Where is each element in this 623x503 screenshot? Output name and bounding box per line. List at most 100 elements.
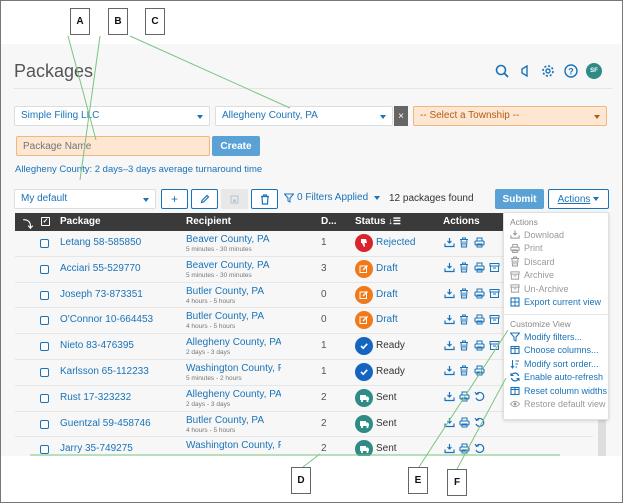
row-checkbox[interactable] — [40, 445, 49, 455]
archive-icon[interactable] — [488, 262, 500, 274]
menu-item-export-current-view[interactable]: Export current view — [504, 296, 608, 310]
row-checkbox[interactable] — [40, 393, 49, 403]
undo-icon[interactable] — [473, 391, 485, 403]
row-checkbox[interactable] — [40, 264, 49, 274]
package-link[interactable]: Joseph 73-873351 — [60, 289, 143, 300]
township-select[interactable]: -- Select a Township -- — [413, 106, 607, 126]
archive-icon[interactable] — [488, 313, 500, 325]
create-button[interactable]: Create — [212, 136, 260, 156]
recipient-link[interactable]: Washington County, PA — [186, 363, 281, 374]
status-label[interactable]: Draft — [376, 289, 398, 300]
row-checkbox[interactable] — [40, 239, 49, 248]
package-link[interactable]: Rust 17-323232 — [60, 392, 131, 403]
delete-view-button[interactable] — [251, 189, 278, 209]
print-icon[interactable] — [473, 288, 485, 300]
recipient-link[interactable]: Butler County, PA — [186, 415, 281, 426]
trash-icon[interactable] — [458, 262, 470, 274]
column-header-recipient[interactable]: Recipient — [186, 216, 231, 227]
recipient-link[interactable]: Butler County, PA — [186, 286, 281, 297]
package-link[interactable]: Nieto 83-476395 — [60, 340, 134, 351]
column-header-package[interactable]: Package — [60, 216, 101, 227]
archive-icon[interactable] — [488, 339, 500, 351]
help-icon[interactable]: ? — [563, 63, 579, 79]
add-view-button[interactable]: + — [161, 189, 188, 209]
status-label[interactable]: Draft — [376, 263, 398, 274]
menu-item-reset-column-widths[interactable]: Reset column widths — [504, 384, 608, 398]
trash-icon[interactable] — [458, 339, 470, 351]
download-icon[interactable] — [443, 313, 455, 325]
table-row[interactable]: Jarry 35-749275 Washington County, PA 2 … — [15, 437, 593, 456]
megaphone-icon[interactable] — [517, 63, 533, 79]
download-icon[interactable] — [443, 442, 455, 454]
package-name-input[interactable] — [16, 136, 210, 156]
package-link[interactable]: Acciari 55-529770 — [60, 263, 141, 274]
trash-icon[interactable] — [458, 288, 470, 300]
trash-icon[interactable] — [458, 313, 470, 325]
package-link[interactable]: Letang 58-585850 — [60, 237, 141, 248]
user-avatar[interactable]: SF — [586, 63, 602, 79]
download-icon[interactable] — [443, 365, 455, 377]
column-header-status[interactable]: Status ↓☰ — [355, 216, 401, 227]
menu-item-restore-default-view[interactable]: Restore default view — [504, 398, 608, 412]
edit-view-button[interactable] — [191, 189, 218, 209]
undo-icon[interactable] — [473, 442, 485, 454]
download-icon[interactable] — [443, 236, 455, 248]
view-select[interactable]: My default — [14, 189, 156, 209]
submit-button[interactable]: Submit — [495, 189, 544, 209]
status-label[interactable]: Draft — [376, 314, 398, 325]
status-label[interactable]: Ready — [376, 366, 405, 377]
menu-item-modify-filters[interactable]: Modify filters... — [504, 330, 608, 344]
download-icon[interactable] — [443, 262, 455, 274]
search-icon[interactable] — [494, 63, 510, 79]
recipient-link[interactable]: Beaver County, PA — [186, 234, 281, 245]
row-checkbox[interactable] — [40, 290, 49, 300]
print-icon[interactable] — [458, 442, 470, 454]
print-icon[interactable] — [458, 391, 470, 403]
menu-item-archive[interactable]: Archive — [504, 269, 608, 283]
actions-dropdown-button[interactable]: Actions — [548, 189, 609, 209]
menu-item-discard[interactable]: Discard — [504, 255, 608, 269]
trash-icon[interactable] — [458, 365, 470, 377]
recipient-link[interactable]: Butler County, PA — [186, 311, 281, 322]
print-icon[interactable] — [473, 365, 485, 377]
filters-dropdown[interactable]: 0 Filters Applied — [284, 192, 381, 203]
download-icon[interactable] — [443, 288, 455, 300]
package-link[interactable]: O'Connor 10-664453 — [60, 314, 153, 325]
print-icon[interactable] — [473, 262, 485, 274]
row-checkbox[interactable] — [40, 419, 49, 429]
print-icon[interactable] — [458, 417, 470, 429]
download-icon[interactable] — [443, 391, 455, 403]
gear-icon[interactable] — [540, 63, 556, 79]
status-label[interactable]: Rejected — [376, 237, 415, 248]
menu-item-un-archive[interactable]: Un-Archive — [504, 282, 608, 296]
select-all-checkbox[interactable]: ✓ — [41, 217, 50, 226]
row-checkbox[interactable] — [40, 342, 49, 352]
recipient-link[interactable]: Washington County, PA — [186, 440, 281, 451]
menu-item-choose-columns[interactable]: Choose columns... — [504, 344, 608, 358]
recipient-link[interactable]: Allegheny County, PA — [186, 337, 281, 348]
recipient-link[interactable]: Allegheny County, PA — [186, 389, 281, 400]
save-view-button[interactable] — [221, 189, 248, 209]
undo-icon[interactable] — [473, 417, 485, 429]
menu-item-enable-auto-refresh[interactable]: Enable auto-refresh — [504, 371, 608, 385]
recipient-link[interactable]: Beaver County, PA — [186, 260, 281, 271]
row-checkbox[interactable] — [40, 367, 49, 377]
print-icon[interactable] — [473, 339, 485, 351]
county-select[interactable]: Allegheny County, PA — [215, 106, 393, 126]
menu-item-print[interactable]: Print — [504, 242, 608, 256]
package-link[interactable]: Jarry 35-749275 — [60, 443, 133, 454]
print-icon[interactable] — [473, 313, 485, 325]
download-icon[interactable] — [443, 339, 455, 351]
menu-item-modify-sort-order[interactable]: Modify sort order... — [504, 357, 608, 371]
status-label[interactable]: Ready — [376, 340, 405, 351]
expand-rows-icon[interactable]: ⤵ — [23, 216, 33, 231]
package-link[interactable]: Guentzal 59-458746 — [60, 418, 151, 429]
row-checkbox[interactable] — [40, 316, 49, 326]
download-icon[interactable] — [443, 417, 455, 429]
package-link[interactable]: Karlsson 65-112233 — [60, 366, 149, 377]
clear-county-button[interactable]: × — [394, 106, 408, 126]
column-header-documents[interactable]: D... — [321, 216, 337, 227]
print-icon[interactable] — [473, 236, 485, 248]
company-select[interactable]: Simple Filing LLC — [14, 106, 210, 126]
archive-icon[interactable] — [488, 288, 500, 300]
